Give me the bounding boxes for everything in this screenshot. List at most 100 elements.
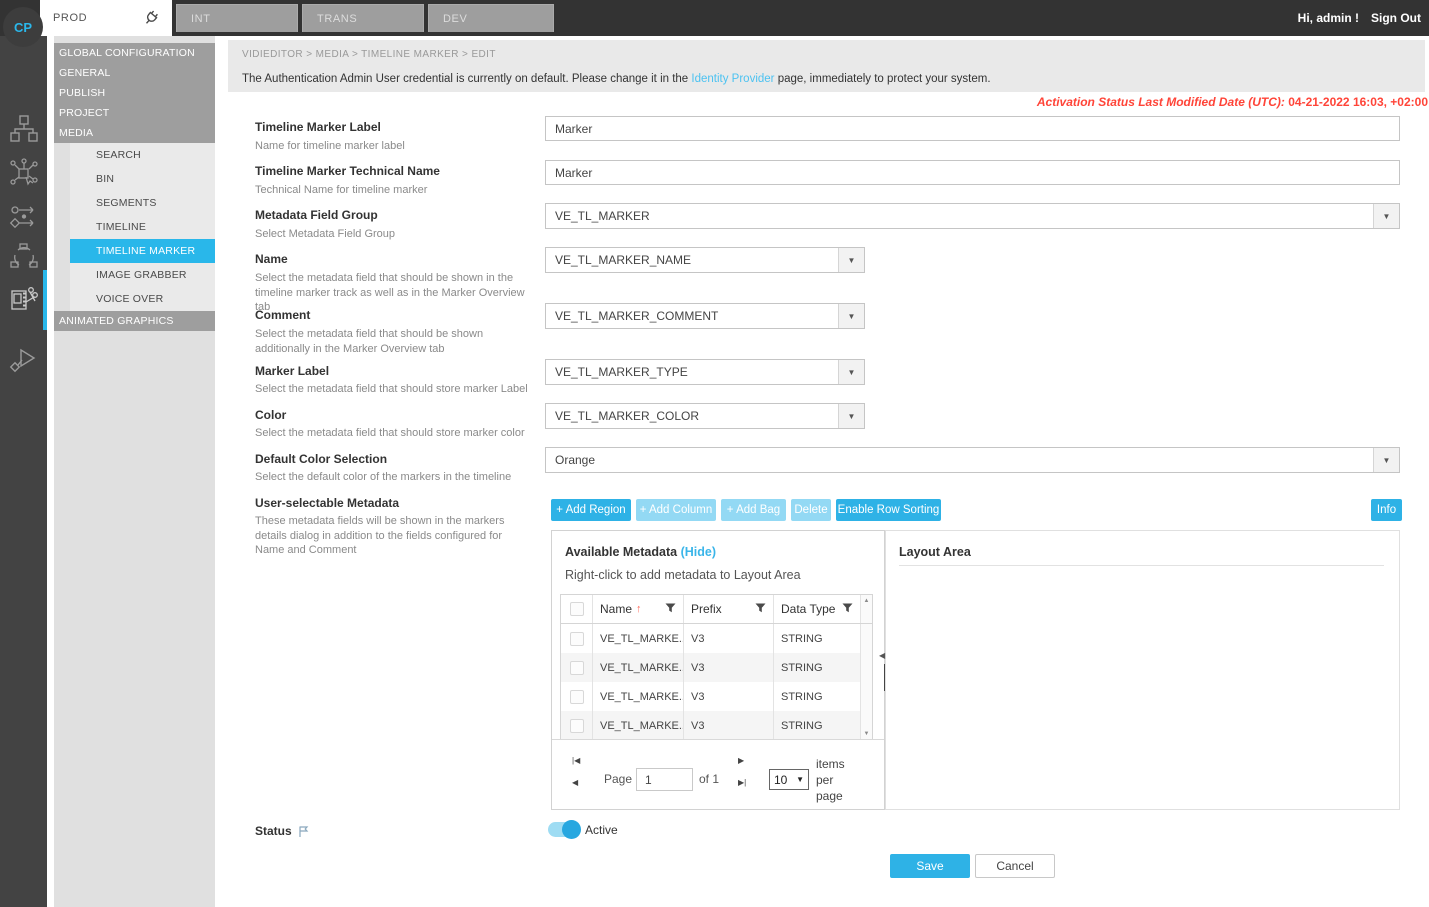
identity-provider-link[interactable]: Identity Provider <box>691 73 774 85</box>
cell-name: VE_TL_MARKE... <box>592 653 683 682</box>
chevron-down-icon[interactable]: ▼ <box>838 360 864 384</box>
tab-int-label: INT <box>191 13 211 25</box>
name-field-select[interactable]: VE_TL_MARKER_NAME ▼ <box>545 247 865 273</box>
comment-field-select[interactable]: VE_TL_MARKER_COMMENT ▼ <box>545 303 865 329</box>
status-toggle[interactable] <box>548 822 579 837</box>
process-flow-icon[interactable] <box>8 201 39 232</box>
page-number-input[interactable] <box>636 768 693 791</box>
tab-prod[interactable]: PROD <box>40 0 172 36</box>
row-checkbox-cell <box>561 624 592 653</box>
row-checkbox[interactable] <box>570 661 584 675</box>
sidebar-item-search[interactable]: SEARCH <box>70 143 215 167</box>
delete-button[interactable]: Delete <box>791 499 831 521</box>
tab-int[interactable]: INT <box>176 4 298 32</box>
panel-splitter-handle[interactable] <box>884 664 885 691</box>
field-label-default-color: Default Color Selection <box>255 452 535 466</box>
table-header-row: Name ↑ Prefix Data Type ▲ <box>561 595 872 624</box>
column-header-name[interactable]: Name ↑ <box>592 595 683 623</box>
filter-icon[interactable] <box>842 602 853 616</box>
add-bag-button[interactable]: + Add Bag <box>721 499 786 521</box>
column-header-data-type-label: Data Type <box>781 602 835 616</box>
table-row[interactable]: VE_TL_MARKE... V3 STRING <box>561 682 872 711</box>
table-row[interactable]: VE_TL_MARKE... V3 STRING <box>561 624 872 653</box>
field-label-metadata-field-group: Metadata Field Group <box>255 208 535 222</box>
sidebar-item-global-configuration[interactable]: GLOBAL CONFIGURATION <box>54 43 215 63</box>
cell-name: VE_TL_MARKE... <box>592 682 683 711</box>
technical-name-input[interactable] <box>545 160 1400 185</box>
field-desc-timeline-marker-label: Name for timeline marker label <box>255 139 530 154</box>
sidebar-item-publish[interactable]: PUBLISH <box>54 83 215 103</box>
panel-collapse-arrow[interactable]: ◀ <box>879 651 885 660</box>
table-scrollbar-bottom[interactable]: ▼ <box>860 711 872 740</box>
sidebar-item-project[interactable]: PROJECT <box>54 103 215 123</box>
sidebar-item-timeline[interactable]: TIMELINE <box>70 215 215 239</box>
sidebar-item-general[interactable]: GENERAL <box>54 63 215 83</box>
chevron-down-icon[interactable]: ▼ <box>1373 204 1399 228</box>
sidebar-item-voice-over[interactable]: VOICE OVER <box>70 287 215 311</box>
table-scrollbar-track[interactable] <box>860 653 872 682</box>
row-checkbox-cell <box>561 711 592 740</box>
status-label: Status <box>255 824 310 838</box>
layout-area-panel: Layout Area <box>885 530 1400 810</box>
sidebar-item-bin[interactable]: BIN <box>70 167 215 191</box>
select-all-checkbox[interactable] <box>570 602 584 616</box>
media-player-icon[interactable] <box>8 343 39 374</box>
field-label-name: Name <box>255 252 535 266</box>
table-scrollbar-track[interactable] <box>860 624 872 653</box>
previous-page-button[interactable]: ◀ <box>572 778 584 788</box>
column-header-data-type[interactable]: Data Type <box>773 595 860 623</box>
sidebar-item-animated-graphics[interactable]: ANIMATED GRAPHICS <box>54 311 215 331</box>
metadata-table: Name ↑ Prefix Data Type ▲ <box>560 594 873 739</box>
scroll-up-icon[interactable]: ▲ <box>864 598 870 604</box>
add-column-button[interactable]: + Add Column <box>636 499 716 521</box>
chevron-down-icon[interactable]: ▼ <box>838 304 864 328</box>
filter-icon[interactable] <box>665 602 676 616</box>
marker-label-field-select[interactable]: VE_TL_MARKER_TYPE ▼ <box>545 359 865 385</box>
column-header-prefix[interactable]: Prefix <box>683 595 773 623</box>
page-header-block: VIDIEDITOR > MEDIA > TIMELINE MARKER > E… <box>228 40 1425 92</box>
activation-status-line: Activation Status Last Modified Date (UT… <box>700 95 1428 109</box>
cancel-button[interactable]: Cancel <box>975 854 1055 878</box>
chevron-down-icon[interactable]: ▼ <box>838 404 864 428</box>
video-editor-icon[interactable] <box>8 283 39 314</box>
color-field-select[interactable]: VE_TL_MARKER_COLOR ▼ <box>545 403 865 429</box>
pagination-bar: |◀ ◀ Page of 1 ▶ ▶| 10 ▼ items per page <box>552 739 884 810</box>
first-page-button[interactable]: |◀ <box>572 756 584 766</box>
row-checkbox[interactable] <box>570 690 584 704</box>
sidebar-item-image-grabber[interactable]: IMAGE GRABBER <box>70 263 215 287</box>
collaboration-cycle-icon[interactable] <box>8 241 39 272</box>
timeline-marker-label-input[interactable] <box>545 116 1400 141</box>
row-checkbox[interactable] <box>570 719 584 733</box>
table-row[interactable]: VE_TL_MARKE... V3 STRING <box>561 653 872 682</box>
activation-status-label: Activation Status Last Modified Date (UT… <box>1037 95 1285 109</box>
tab-prod-label: PROD <box>53 12 87 24</box>
info-button[interactable]: Info <box>1371 499 1402 521</box>
save-button[interactable]: Save <box>890 854 970 878</box>
enable-row-sorting-button[interactable]: Enable Row Sorting <box>836 499 941 521</box>
chevron-down-icon[interactable]: ▼ <box>838 248 864 272</box>
sidebar-item-media[interactable]: MEDIA <box>54 123 215 143</box>
sidebar-item-segments[interactable]: SEGMENTS <box>70 191 215 215</box>
filter-icon[interactable] <box>755 602 766 616</box>
table-scrollbar-track[interactable] <box>860 682 872 711</box>
scroll-down-icon[interactable]: ▼ <box>864 731 870 737</box>
tab-dev[interactable]: DEV <box>428 4 554 32</box>
sidebar-item-timeline-marker[interactable]: TIMELINE MARKER <box>70 239 215 263</box>
page-size-select[interactable]: 10 ▼ <box>769 769 809 790</box>
last-page-button[interactable]: ▶| <box>738 778 750 788</box>
media-assets-icon[interactable] <box>8 113 39 144</box>
sign-out-button[interactable]: Sign Out <box>1371 11 1421 25</box>
add-region-button[interactable]: + Add Region <box>551 499 631 521</box>
available-metadata-title: Available Metadata (Hide) <box>565 545 716 559</box>
chevron-down-icon[interactable]: ▼ <box>1373 448 1399 472</box>
tab-trans[interactable]: TRANS <box>302 4 424 32</box>
table-scrollbar[interactable]: ▲ <box>860 595 872 623</box>
workflow-network-icon[interactable] <box>8 157 39 188</box>
default-color-select[interactable]: Orange ▼ <box>545 447 1400 473</box>
next-page-button[interactable]: ▶ <box>738 756 750 766</box>
cell-data-type: STRING <box>773 682 860 711</box>
table-row[interactable]: VE_TL_MARKE... V3 STRING ▼ <box>561 711 872 740</box>
row-checkbox[interactable] <box>570 632 584 646</box>
metadata-field-group-select[interactable]: VE_TL_MARKER ▼ <box>545 203 1400 229</box>
hide-link[interactable]: (Hide) <box>681 545 716 559</box>
